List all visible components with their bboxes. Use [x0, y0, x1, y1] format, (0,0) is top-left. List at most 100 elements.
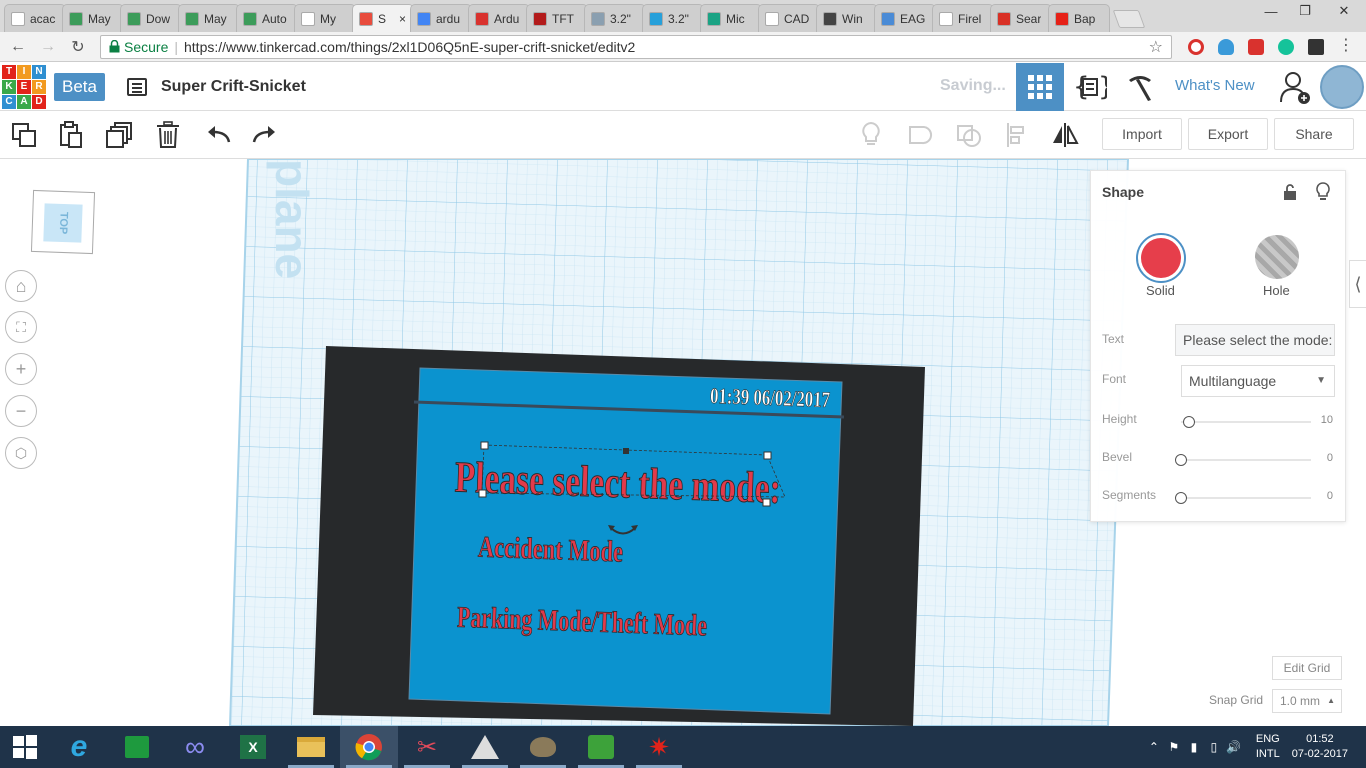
browser-tab[interactable]: 3.2": [584, 4, 646, 32]
input-language[interactable]: ENG INTL: [1256, 732, 1280, 762]
extension-icon[interactable]: [1308, 38, 1324, 55]
browser-tab[interactable]: Ardu: [468, 4, 530, 32]
file-explorer-icon[interactable]: [282, 726, 340, 768]
browser-tab[interactable]: May: [62, 4, 124, 32]
resize-handle-br[interactable]: [762, 498, 771, 507]
tinkercad-logo[interactable]: TIN KER CAD: [2, 64, 46, 109]
browser-tab[interactable]: May: [178, 4, 240, 32]
view-cube-top-face[interactable]: TOP: [43, 203, 83, 243]
coreldraw-icon[interactable]: [572, 726, 630, 768]
opera-extension-icon[interactable]: [1188, 38, 1204, 55]
secure-indicator[interactable]: Secure: [109, 39, 168, 55]
duplicate-icon[interactable]: [106, 121, 134, 149]
browser-tab[interactable]: My: [294, 4, 356, 32]
height-slider[interactable]: [1181, 416, 1311, 428]
redo-icon[interactable]: [251, 121, 279, 149]
browser-tab[interactable]: Dow: [120, 4, 182, 32]
add-user-icon[interactable]: [1278, 69, 1314, 105]
browser-tab[interactable]: EAG: [874, 4, 936, 32]
copy-icon[interactable]: [10, 121, 38, 149]
home-view-icon[interactable]: ⌂: [5, 270, 37, 302]
close-window-icon[interactable]: ✕: [1322, 0, 1366, 22]
store-icon[interactable]: [108, 726, 166, 768]
design-name[interactable]: Super Crift-Snicket: [161, 78, 306, 96]
browser-tab[interactable]: S ×: [352, 4, 414, 32]
text-input[interactable]: Please select the mode:: [1175, 324, 1335, 356]
align-icon[interactable]: [1003, 121, 1031, 149]
bevel-slider[interactable]: [1175, 454, 1311, 466]
bookmark-star-icon[interactable]: ☆: [1149, 37, 1163, 57]
volume-icon[interactable]: 🔊: [1224, 740, 1244, 754]
zoom-out-icon[interactable]: −: [5, 395, 37, 427]
codeblocks-button[interactable]: {}: [1066, 63, 1114, 111]
undo-icon[interactable]: [204, 121, 232, 149]
hole-button[interactable]: [1255, 235, 1299, 279]
network-icon[interactable]: ▮: [1184, 740, 1204, 754]
ungroup-icon[interactable]: [955, 121, 983, 149]
whats-new-link[interactable]: What's New: [1175, 77, 1255, 94]
excel-icon[interactable]: X: [224, 726, 282, 768]
lightbulb-icon[interactable]: [1315, 182, 1331, 205]
resize-handle-tr[interactable]: [763, 451, 772, 460]
browser-tab[interactable]: acac: [4, 4, 66, 32]
flag-icon[interactable]: ⚑: [1164, 740, 1184, 754]
tab-close-icon[interactable]: ×: [399, 12, 406, 26]
mirror-icon[interactable]: [1051, 121, 1079, 149]
browser-tab[interactable]: Win: [816, 4, 878, 32]
browser-tab[interactable]: CAD: [758, 4, 820, 32]
datetime-text[interactable]: 01:39 06/02/2017: [709, 383, 831, 413]
bevel-slider-handle[interactable]: [1175, 454, 1187, 466]
resize-handle-bl[interactable]: [478, 489, 487, 498]
fit-view-icon[interactable]: ⛶: [5, 311, 37, 343]
perspective-icon[interactable]: ⬡: [5, 437, 37, 469]
grammarly-extension-icon[interactable]: [1278, 38, 1294, 55]
paste-icon[interactable]: [57, 121, 85, 149]
windows-start-icon[interactable]: [0, 726, 50, 768]
menu-icon[interactable]: ⋮: [1338, 37, 1354, 55]
cloud-extension-icon[interactable]: [1218, 38, 1234, 55]
minecraft-button[interactable]: [1116, 63, 1164, 111]
back-icon[interactable]: ←: [6, 35, 30, 59]
resize-handle-tm[interactable]: [623, 448, 629, 454]
user-avatar[interactable]: [1320, 65, 1364, 109]
chrome-icon[interactable]: [340, 726, 398, 768]
inkscape-icon[interactable]: [456, 726, 514, 768]
browser-tab[interactable]: 3.2": [642, 4, 704, 32]
design-list-icon[interactable]: [126, 77, 147, 96]
import-button[interactable]: Import: [1102, 118, 1182, 150]
accident-mode-text[interactable]: Accident Mode: [477, 530, 624, 569]
browser-tab[interactable]: Auto: [236, 4, 298, 32]
browser-tab[interactable]: Sear: [990, 4, 1052, 32]
browser-tab[interactable]: Bap: [1048, 4, 1110, 32]
new-tab-button[interactable]: [1112, 10, 1146, 28]
segments-slider-handle[interactable]: [1175, 492, 1187, 504]
reload-icon[interactable]: ↻: [66, 35, 90, 59]
show-hidden-icons-chevron[interactable]: ⌃: [1144, 740, 1164, 754]
restore-icon[interactable]: ❐: [1288, 0, 1322, 22]
collapse-panel-chevron-icon[interactable]: ⟨: [1349, 260, 1366, 308]
lock-icon[interactable]: [1283, 184, 1297, 203]
solid-color-button[interactable]: [1136, 233, 1186, 283]
forward-icon[interactable]: →: [36, 35, 60, 59]
font-select[interactable]: Multilanguage ▼: [1181, 365, 1335, 397]
notes-bulb-icon[interactable]: [857, 121, 885, 149]
edit-grid-button[interactable]: Edit Grid: [1272, 656, 1342, 680]
battery-icon[interactable]: ▯: [1204, 740, 1224, 754]
segments-slider[interactable]: [1175, 492, 1311, 504]
height-slider-handle[interactable]: [1183, 416, 1195, 428]
clock[interactable]: 01:52 07-02-2017: [1292, 732, 1348, 762]
browser-tab[interactable]: Firel: [932, 4, 994, 32]
browser-tab[interactable]: Mic: [700, 4, 762, 32]
share-button[interactable]: Share: [1274, 118, 1354, 150]
zoom-in-icon[interactable]: +: [5, 353, 37, 385]
resize-handle-tl[interactable]: [480, 441, 489, 450]
export-button[interactable]: Export: [1188, 118, 1268, 150]
group-icon[interactable]: [906, 121, 934, 149]
browser-tab[interactable]: TFT: [526, 4, 588, 32]
shield-extension-icon[interactable]: [1248, 38, 1264, 55]
3d-design-view-button[interactable]: [1016, 63, 1064, 111]
browser-tab[interactable]: ardu: [410, 4, 472, 32]
autodesk-app-icon[interactable]: ✷: [630, 726, 688, 768]
design-object[interactable]: 01:39 06/02/2017 Please select the mode:…: [313, 346, 925, 726]
view-cube[interactable]: TOP: [30, 189, 96, 255]
